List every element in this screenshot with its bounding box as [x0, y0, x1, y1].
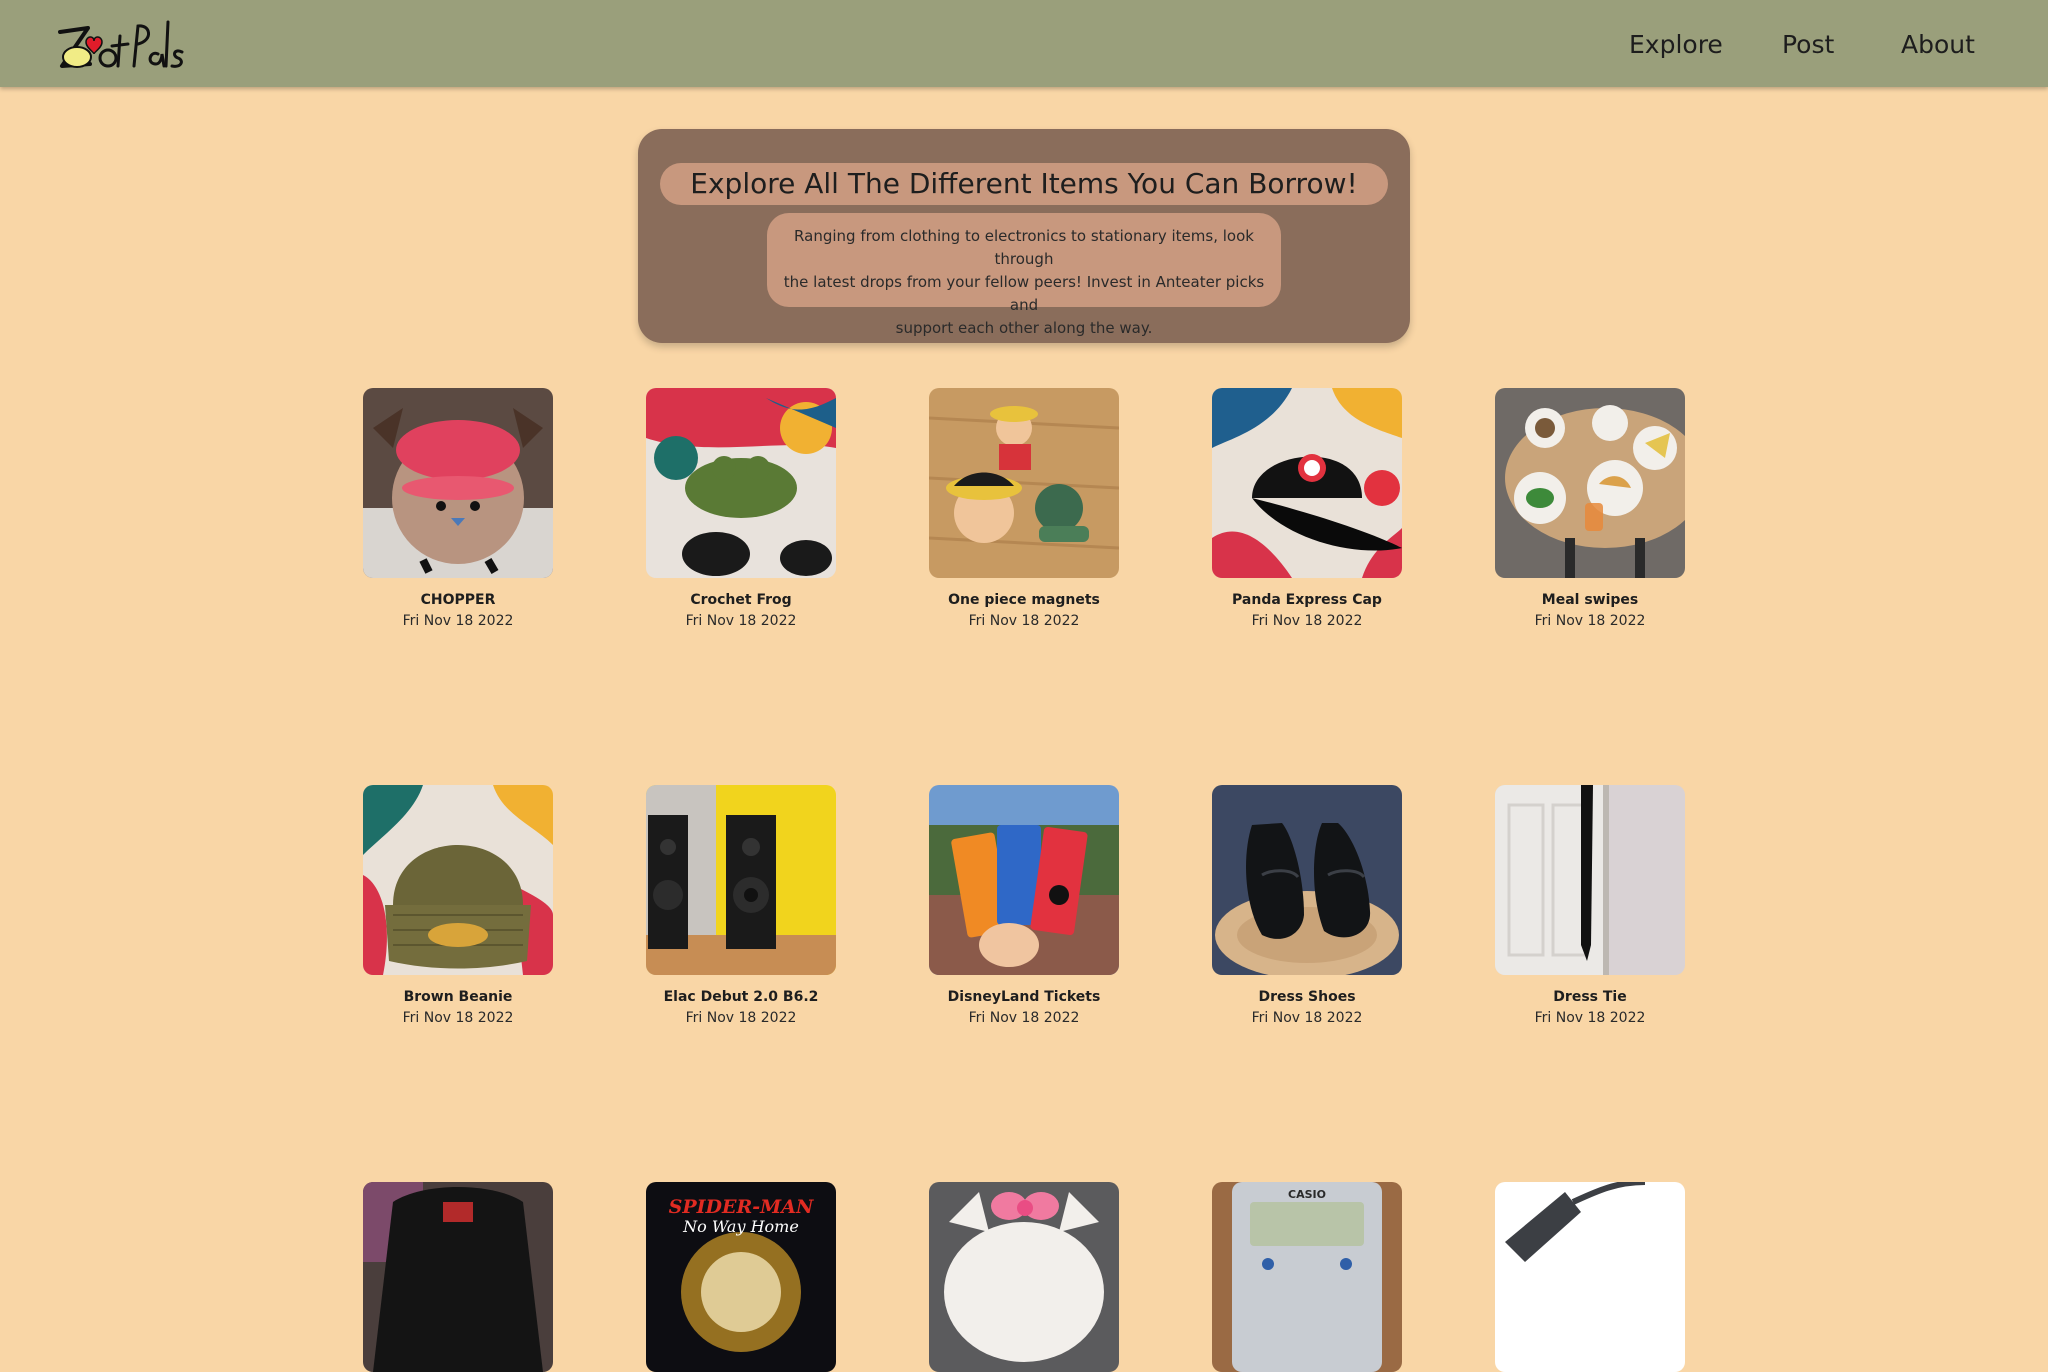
- item-date: Fri Nov 18 2022: [1534, 613, 1646, 629]
- item-name: DisneyLand Tickets: [947, 989, 1101, 1005]
- speakers-photo[interactable]: [646, 785, 836, 975]
- poster-subtitle-text: No Way Home: [683, 1217, 799, 1236]
- item-date: Fri Nov 18 2022: [402, 613, 514, 629]
- item-card[interactable]: SPIDER-MAN No Way Home: [646, 1182, 836, 1372]
- item-date: Fri Nov 18 2022: [968, 613, 1080, 629]
- calculator-brand-text: CASIO: [1288, 1188, 1326, 1201]
- item-date: Fri Nov 18 2022: [1251, 1010, 1363, 1026]
- item-card[interactable]: Meal swipes Fri Nov 18 2022: [1495, 388, 1685, 630]
- item-card[interactable]: Brown Beanie Fri Nov 18 2022: [363, 785, 553, 1027]
- top-navbar: Explore Post About: [0, 0, 2048, 87]
- item-card[interactable]: Panda Express Cap Fri Nov 18 2022: [1212, 388, 1402, 630]
- hero-description-line: support each other along the way.: [895, 319, 1153, 337]
- dress-shoes-photo[interactable]: [1212, 785, 1402, 975]
- item-card[interactable]: [363, 1182, 553, 1372]
- zotpals-logo[interactable]: [46, 12, 186, 78]
- item-date: Fri Nov 18 2022: [685, 1010, 797, 1026]
- chopper-plush-photo[interactable]: [363, 388, 553, 578]
- beanie-photo[interactable]: [363, 785, 553, 975]
- item-card[interactable]: DisneyLand Tickets Fri Nov 18 2022: [929, 785, 1119, 1027]
- item-card[interactable]: [929, 1182, 1119, 1372]
- one-piece-magnets-photo[interactable]: [929, 388, 1119, 578]
- item-card[interactable]: Dress Tie Fri Nov 18 2022: [1495, 785, 1685, 1027]
- hero-title: Explore All The Different Items You Can …: [660, 163, 1388, 205]
- item-name: Panda Express Cap: [1232, 592, 1382, 608]
- calculator-photo[interactable]: CASIO: [1212, 1182, 1402, 1372]
- item-card[interactable]: Crochet Frog Fri Nov 18 2022: [646, 388, 836, 630]
- poster-title-text: SPIDER-MAN: [668, 1196, 814, 1218]
- item-name: One piece magnets: [948, 592, 1100, 608]
- item-date: Fri Nov 18 2022: [1251, 613, 1363, 629]
- item-name: Elac Debut 2.0 B6.2: [663, 989, 819, 1005]
- item-date: Fri Nov 18 2022: [402, 1010, 514, 1026]
- bag-photo[interactable]: [363, 1182, 553, 1372]
- item-card[interactable]: CHOPPER Fri Nov 18 2022: [363, 388, 553, 630]
- nav-about-link[interactable]: About: [1901, 30, 1975, 59]
- item-date: Fri Nov 18 2022: [968, 1010, 1080, 1026]
- hero-description-line: the latest drops from your fellow peers!…: [783, 273, 1265, 314]
- item-name: Dress Shoes: [1258, 989, 1356, 1005]
- item-date: Fri Nov 18 2022: [1534, 1010, 1646, 1026]
- hello-kitty-plush-photo[interactable]: [929, 1182, 1119, 1372]
- item-name: Dress Tie: [1553, 989, 1627, 1005]
- item-card[interactable]: One piece magnets Fri Nov 18 2022: [929, 388, 1119, 630]
- item-name: Brown Beanie: [403, 989, 513, 1005]
- items-grid: CHOPPER Fri Nov 18 2022 Crochet Frog Fri…: [363, 388, 1685, 1372]
- item-card[interactable]: [1495, 1182, 1685, 1372]
- item-date: Fri Nov 18 2022: [685, 613, 797, 629]
- item-name: Crochet Frog: [690, 592, 792, 608]
- meal-plates-photo[interactable]: [1495, 388, 1685, 578]
- item-card[interactable]: Elac Debut 2.0 B6.2 Fri Nov 18 2022: [646, 785, 836, 1027]
- black-cap-photo[interactable]: [1212, 388, 1402, 578]
- item-card[interactable]: CASIO: [1212, 1182, 1402, 1372]
- dress-tie-photo[interactable]: [1495, 785, 1685, 975]
- spider-man-poster-photo[interactable]: SPIDER-MAN No Way Home: [646, 1182, 836, 1372]
- nav-post-link[interactable]: Post: [1782, 30, 1834, 59]
- hero-description-line: Ranging from clothing to electronics to …: [794, 227, 1254, 268]
- disney-tickets-photo[interactable]: [929, 785, 1119, 975]
- item-card[interactable]: Dress Shoes Fri Nov 18 2022: [1212, 785, 1402, 1027]
- nav-explore-link[interactable]: Explore: [1629, 30, 1723, 59]
- desk-lamp-photo[interactable]: [1495, 1182, 1685, 1372]
- hero-description: Ranging from clothing to electronics to …: [767, 213, 1281, 337]
- item-name: CHOPPER: [420, 592, 496, 608]
- item-name: Meal swipes: [1541, 592, 1639, 608]
- explore-hero-panel: Explore All The Different Items You Can …: [638, 129, 1410, 343]
- crochet-frog-photo[interactable]: [646, 388, 836, 578]
